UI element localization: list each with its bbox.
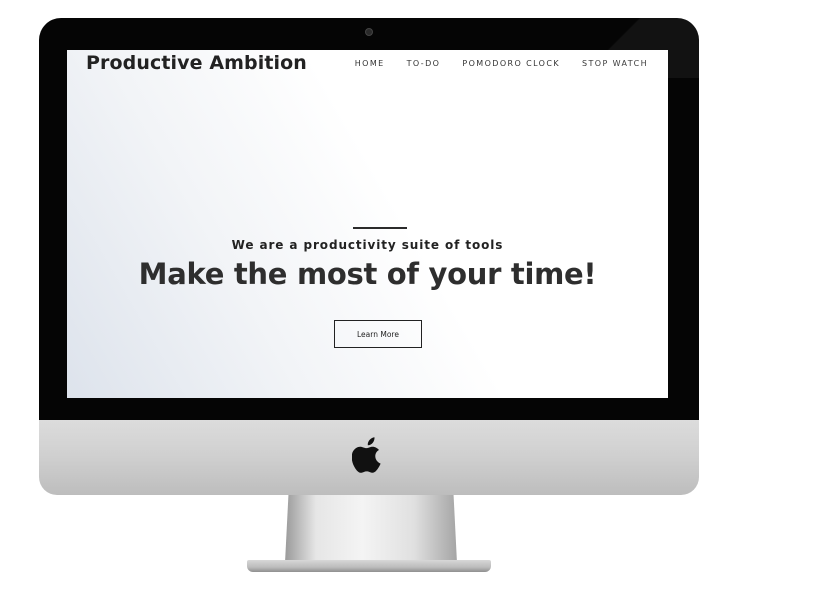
hero-section: We are a productivity suite of tools Mak…: [67, 50, 668, 398]
monitor-bezel: Productive Ambition HOME TO-DO POMODORO …: [39, 18, 699, 420]
hero-tagline: We are a productivity suite of tools: [231, 238, 504, 252]
apple-logo-icon: [352, 437, 381, 473]
monitor-chin: [39, 420, 699, 495]
monitor-stand-foot: [247, 560, 491, 572]
nav-link-stop-watch[interactable]: STOP WATCH: [582, 59, 648, 68]
hero-headline: Make the most of your time!: [138, 257, 597, 291]
website-screen: Productive Ambition HOME TO-DO POMODORO …: [67, 50, 668, 398]
camera-icon: [365, 28, 373, 36]
monitor-stand: [285, 495, 457, 563]
hero-accent-line: [353, 227, 407, 229]
learn-more-button[interactable]: Learn More: [334, 320, 422, 348]
